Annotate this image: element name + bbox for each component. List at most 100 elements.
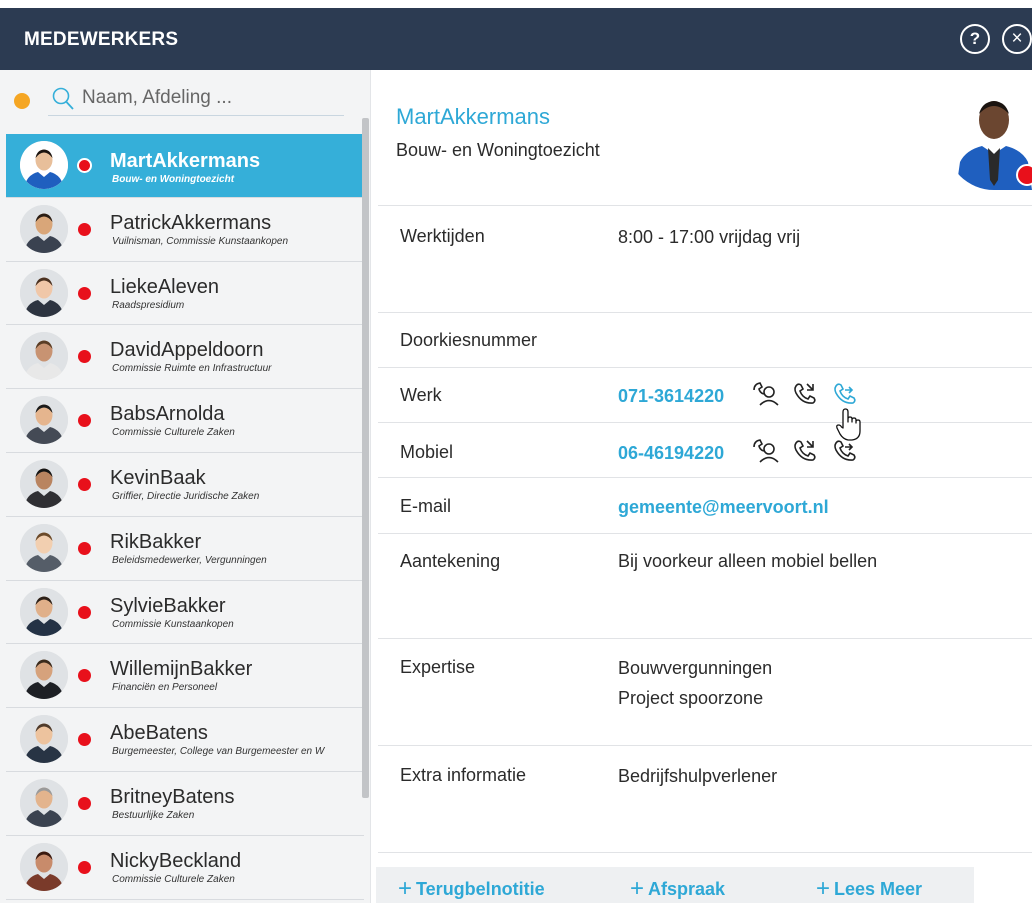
employee-name: KevinBaak xyxy=(110,466,206,489)
detail-name: MartAkkermans xyxy=(396,104,551,129)
call-transfer-icon[interactable] xyxy=(830,380,862,410)
employee-role: Commissie Ruimte en Infrastructuur xyxy=(112,363,272,375)
app-title: MEDEWERKERS xyxy=(24,29,179,50)
call-person-icon[interactable] xyxy=(750,437,782,467)
search-bar xyxy=(12,82,352,118)
presence-indicator xyxy=(78,477,91,491)
presence-indicator xyxy=(78,860,91,874)
employee-list-item[interactable]: WillemijnBakker Financiën en Personeel xyxy=(6,644,364,709)
employee-list-item[interactable]: RikBakker Beleidsmedewerker, Vergunningen xyxy=(6,516,364,581)
divider xyxy=(378,852,1032,853)
employee-role: Commissie Kunstaankopen xyxy=(112,618,234,630)
expertise-value-1: Bouwvergunningen xyxy=(618,658,773,678)
employee-list-item[interactable]: SylvieBakker Commissie Kunstaankopen xyxy=(6,580,364,645)
email-link[interactable]: gemeente@meervoort.nl xyxy=(618,492,829,522)
employee-name: SylvieBakker xyxy=(110,594,226,617)
presence-indicator xyxy=(78,733,91,747)
employee-list-item[interactable]: BritneyBatens Bestuurlijke Zaken xyxy=(6,771,364,836)
employee-list-item[interactable]: PatrickAkkermans Vuilnisman, Commissie Ku… xyxy=(6,197,364,262)
avatar xyxy=(20,715,68,764)
close-button[interactable]: × xyxy=(1002,24,1032,54)
mobiel-label: Mobiel xyxy=(400,442,454,462)
callback-note-label: Terugbelnotitie xyxy=(416,879,545,899)
presence-indicator xyxy=(78,669,91,683)
employee-role: Vuilnisman, Commissie Kunstaankopen xyxy=(112,235,289,247)
employee-role: Financiën en Personeel xyxy=(112,682,218,694)
help-button[interactable]: ? xyxy=(960,24,990,54)
search-input[interactable] xyxy=(82,84,344,112)
phone-call-icon[interactable] xyxy=(790,437,822,467)
employee-list-panel: MartAkkermans Bouw- en Woningtoezicht Patr… xyxy=(0,70,371,903)
row-werk: Werk 071-3614220 xyxy=(378,367,1032,422)
presence-indicator xyxy=(78,414,91,428)
aantekening-value: Bij voorkeur alleen mobiel bellen xyxy=(618,551,878,571)
employee-role: Burgemeester, College van Burgemeester e… xyxy=(112,746,325,758)
employee-name: PatrickAkkermans xyxy=(110,211,272,234)
presence-indicator xyxy=(78,350,91,364)
question-icon: ? xyxy=(969,29,981,48)
row-extra-informatie: Extra informatie Bedrijfshulpverlener xyxy=(378,745,1032,852)
plus-icon: + xyxy=(816,875,831,902)
employee-list-item[interactable]: BabsArnolda Commissie Culturele Zaken xyxy=(6,389,364,453)
werk-phone-actions xyxy=(750,380,862,410)
presence-indicator xyxy=(77,158,92,173)
avatar xyxy=(20,204,68,253)
werk-label: Werk xyxy=(400,385,442,405)
hand-cursor-icon xyxy=(836,408,861,441)
row-email: E-mail gemeente@meervoort.nl xyxy=(378,477,1032,533)
status-indicator[interactable] xyxy=(14,93,30,109)
employee-list-item[interactable]: KevinBaak Griffier, Directie Juridische Z… xyxy=(6,452,364,517)
employee-list-item[interactable]: AbeBatens Burgemeester, College van Burge… xyxy=(6,708,364,772)
employee-role: Bouw- en Woningtoezicht xyxy=(112,174,235,185)
employee-role: Commissie Culturele Zaken xyxy=(112,873,235,885)
presence-indicator xyxy=(78,541,91,555)
employee-name: MartAkkermans xyxy=(110,150,261,172)
call-person-icon[interactable] xyxy=(750,380,782,410)
row-mobiel: Mobiel 06-46194220 xyxy=(378,422,1032,477)
list-scrollbar[interactable] xyxy=(362,118,369,798)
avatar xyxy=(20,523,68,572)
werk-phone-link[interactable]: 071-3614220 xyxy=(618,381,724,411)
row-werktijden: Werktijden 8:00 - 17:00 vrijdag vrij xyxy=(378,205,1032,312)
callback-note-button[interactable]: + Terugbelnotitie xyxy=(398,874,545,902)
row-doorkiesnummer: Doorkiesnummer xyxy=(378,312,1032,367)
avatar xyxy=(20,332,68,381)
top-strip xyxy=(0,0,1032,8)
employee-name: BabsArnolda xyxy=(110,403,225,426)
employee-list-item[interactable]: LiekeAleven Raadspresidium xyxy=(6,261,364,326)
avatar xyxy=(20,778,68,827)
plus-icon: + xyxy=(398,875,413,902)
avatar xyxy=(20,459,68,508)
appointment-label: Afspraak xyxy=(648,879,726,899)
employee-name: AbeBatens xyxy=(110,722,208,745)
search-icon xyxy=(52,87,74,110)
detail-department: Bouw- en Woningtoezicht xyxy=(396,140,600,160)
mobiel-phone-link[interactable]: 06-46194220 xyxy=(618,438,724,468)
employee-list: MartAkkermans Bouw- en Woningtoezicht Patr… xyxy=(6,134,364,900)
employee-role: Commissie Culturele Zaken xyxy=(112,427,235,439)
detail-presence-indicator xyxy=(1016,164,1032,186)
doorkiesnummer-label: Doorkiesnummer xyxy=(400,330,538,350)
employee-role: Beleidsmedewerker, Vergunningen xyxy=(112,554,267,566)
employee-name: WillemijnBakker xyxy=(110,658,253,681)
employee-role: Bestuurlijke Zaken xyxy=(112,809,195,821)
employee-list-item[interactable]: MartAkkermans Bouw- en Woningtoezicht xyxy=(6,134,364,198)
employee-name: BritneyBatens xyxy=(110,785,235,808)
employee-role: Raadspresidium xyxy=(112,299,185,311)
avatar xyxy=(20,396,68,445)
employee-name: DavidAppeldoorn xyxy=(110,339,264,362)
employee-list-item[interactable]: NickyBeckland Commissie Culturele Zaken xyxy=(6,835,364,900)
read-more-button[interactable]: + Lees Meer xyxy=(816,874,922,902)
employee-role: Griffier, Directie Juridische Zaken xyxy=(112,490,260,502)
avatar xyxy=(20,141,68,189)
employee-list-item[interactable]: DavidAppeldoorn Commissie Ruimte en Infra… xyxy=(6,325,364,390)
employee-name: RikBakker xyxy=(110,530,202,553)
read-more-label: Lees Meer xyxy=(834,879,923,899)
aantekening-label: Aantekening xyxy=(400,551,501,571)
phone-call-icon[interactable] xyxy=(790,380,822,410)
action-bar: + Terugbelnotitie + Afspraak + Lees Meer xyxy=(376,867,974,903)
appointment-button[interactable]: + Afspraak xyxy=(630,874,725,902)
presence-indicator xyxy=(78,286,91,300)
employee-name: NickyBeckland xyxy=(110,849,242,872)
app-header: MEDEWERKERS ? × xyxy=(0,8,1032,70)
